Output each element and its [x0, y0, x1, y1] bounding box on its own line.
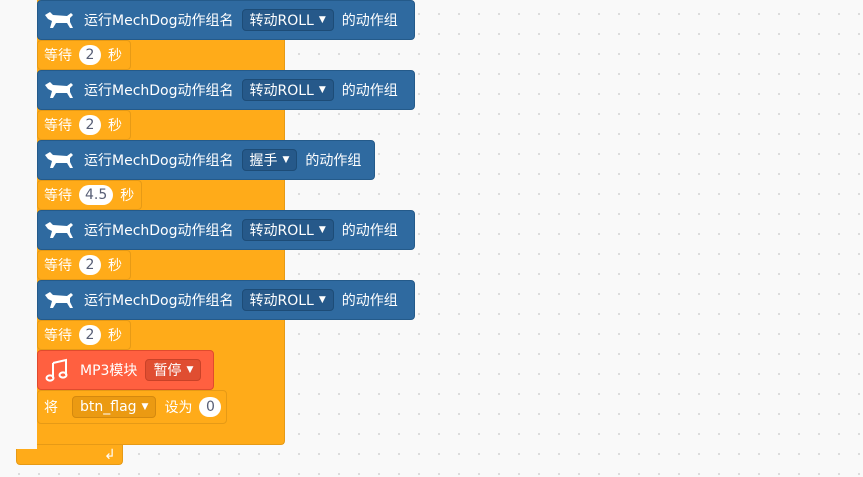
block-suffix: 的动作组 — [341, 293, 398, 309]
block-label: 运行MechDog动作组名 — [84, 83, 234, 99]
wait-label: 等待 — [44, 48, 72, 64]
block-suffix: 的动作组 — [341, 13, 398, 29]
caret-down-icon: ▼ — [186, 365, 194, 375]
block-suffix: 的动作组 — [305, 153, 362, 169]
block-label: 运行MechDog动作组名 — [84, 223, 234, 239]
mechdog-action-block[interactable]: 运行MechDog动作组名 转动ROLL ▼ 的动作组 — [37, 70, 415, 110]
action-group-dropdown[interactable]: 转动ROLL ▼ — [241, 79, 334, 101]
caret-down-icon: ▼ — [318, 225, 326, 235]
loop-arrow-icon: ↲ — [104, 447, 116, 463]
wait-seconds-input[interactable]: 2 — [79, 45, 101, 65]
block-label: 运行MechDog动作组名 — [84, 153, 234, 169]
dropdown-value: 转动ROLL — [249, 223, 314, 239]
dropdown-value: 暂停 — [153, 363, 182, 379]
mechdog-action-block[interactable]: 运行MechDog动作组名 握手 ▼ 的动作组 — [37, 140, 375, 180]
dropdown-value: btn_flag — [80, 399, 137, 415]
dropdown-value: 转动ROLL — [249, 293, 314, 309]
wait-block[interactable]: 等待 2 秒 — [37, 320, 131, 350]
dropdown-value: 握手 — [249, 153, 278, 169]
action-group-dropdown[interactable]: 转动ROLL ▼ — [241, 219, 334, 241]
action-group-dropdown[interactable]: 转动ROLL ▼ — [241, 289, 334, 311]
wait-label: 等待 — [44, 118, 72, 134]
mechdog-action-block[interactable]: 运行MechDog动作组名 转动ROLL ▼ 的动作组 — [37, 280, 415, 320]
wait-block[interactable]: 等待 2 秒 — [37, 40, 131, 70]
wait-unit: 秒 — [108, 258, 122, 274]
caret-down-icon: ▼ — [318, 295, 326, 305]
dog-icon — [45, 12, 73, 28]
caret-down-icon: ▼ — [318, 15, 326, 25]
wait-label: 等待 — [44, 328, 72, 344]
wait-label: 等待 — [44, 258, 72, 274]
mechdog-action-block[interactable]: 运行MechDog动作组名 转动ROLL ▼ 的动作组 — [37, 0, 415, 40]
caret-down-icon: ▼ — [282, 155, 290, 165]
mechdog-action-block[interactable]: 运行MechDog动作组名 转动ROLL ▼ 的动作组 — [37, 210, 415, 250]
dog-icon — [45, 152, 73, 168]
set-variable-block[interactable]: 将 btn_flag ▼ 设为 0 — [37, 390, 227, 424]
wait-unit: 秒 — [108, 328, 122, 344]
set-prefix: 将 — [44, 400, 58, 416]
wait-block[interactable]: 等待 2 秒 — [37, 250, 131, 280]
wait-seconds-input[interactable]: 2 — [79, 115, 101, 135]
set-middle: 设为 — [164, 400, 193, 416]
variable-dropdown[interactable]: btn_flag ▼ — [72, 396, 157, 418]
dog-icon — [45, 292, 73, 308]
wait-block[interactable]: 等待 2 秒 — [37, 110, 131, 140]
music-note-icon — [45, 358, 68, 382]
dropdown-value: 转动ROLL — [249, 13, 314, 29]
wait-label: 等待 — [44, 188, 72, 204]
dog-icon — [45, 222, 73, 238]
action-group-dropdown[interactable]: 转动ROLL ▼ — [241, 9, 334, 31]
loop-mouth-inner — [28, 0, 37, 423]
blocks-workspace[interactable]: ↲ 运行MechDog动作组名 转动ROLL ▼ 的动作组 等待 2 秒 运行Me… — [0, 0, 863, 477]
wait-unit: 秒 — [108, 48, 122, 64]
mp3-action-dropdown[interactable]: 暂停 ▼ — [145, 359, 202, 381]
wait-unit: 秒 — [120, 188, 135, 204]
wait-block[interactable]: 等待 4.5 秒 — [37, 180, 142, 210]
wait-seconds-input[interactable]: 4.5 — [79, 185, 114, 205]
action-group-dropdown[interactable]: 握手 ▼ — [241, 149, 298, 171]
dog-icon — [45, 82, 73, 98]
wait-unit: 秒 — [108, 118, 122, 134]
block-label: 运行MechDog动作组名 — [84, 13, 234, 29]
caret-down-icon: ▼ — [141, 402, 149, 412]
block-suffix: 的动作组 — [341, 223, 398, 239]
wait-seconds-input[interactable]: 2 — [79, 255, 101, 275]
set-value-input[interactable]: 0 — [199, 397, 222, 417]
block-label: 运行MechDog动作组名 — [84, 293, 234, 309]
block-suffix: 的动作组 — [341, 83, 398, 99]
mp3-label: MP3模块 — [80, 363, 138, 379]
caret-down-icon: ▼ — [318, 85, 326, 95]
mp3-module-block[interactable]: MP3模块 暂停 ▼ — [37, 350, 214, 390]
dropdown-value: 转动ROLL — [249, 83, 314, 99]
wait-seconds-input[interactable]: 2 — [79, 325, 101, 345]
